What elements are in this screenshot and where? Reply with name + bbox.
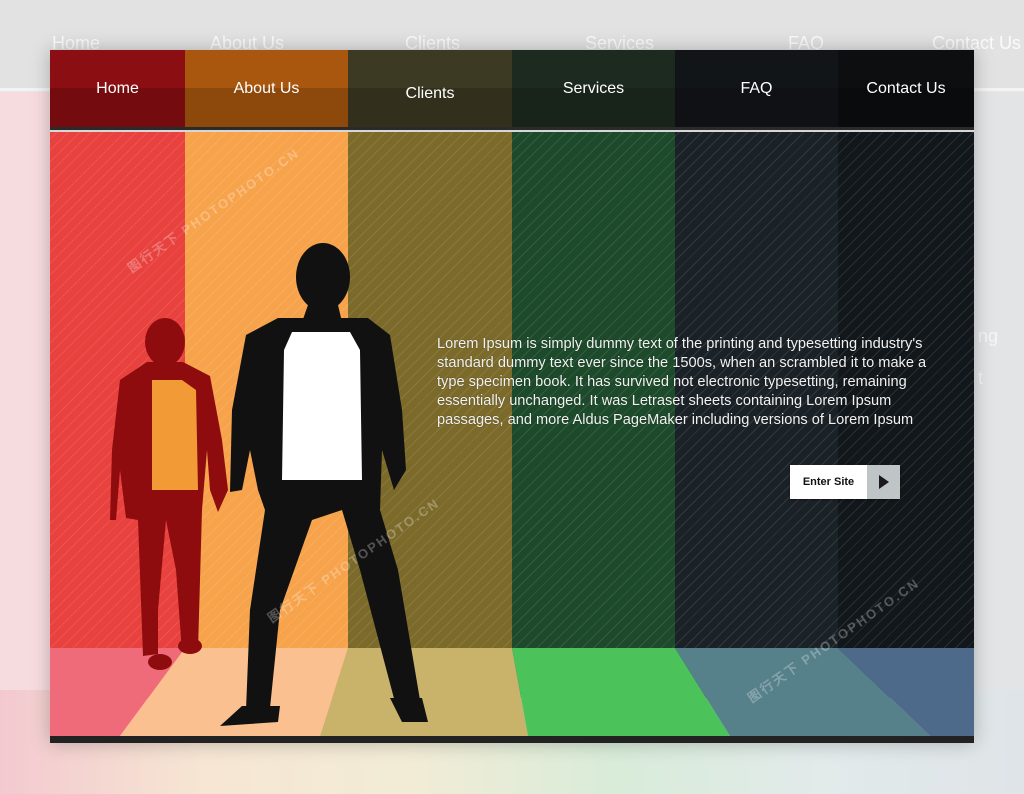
nav-item-contact-us[interactable]: Contact Us	[838, 50, 974, 127]
enter-site-button[interactable]: Enter Site	[790, 465, 900, 499]
nav-item-label: Services	[562, 79, 625, 97]
nav-item-faq[interactable]: FAQ	[675, 50, 838, 127]
nav-item-label: FAQ	[740, 79, 773, 97]
background-text: t	[978, 368, 984, 388]
nav-item-services[interactable]: Services	[512, 50, 675, 127]
hero-paragraph: Lorem Ipsum is simply dummy text of the …	[437, 336, 927, 428]
nav-item-home[interactable]: Home	[50, 50, 185, 127]
bottom-bar	[50, 736, 974, 743]
background-text: ng	[978, 326, 999, 346]
nav-item-about-us[interactable]: About Us	[185, 50, 348, 127]
hero-stripe	[50, 132, 185, 698]
nav-divider-highlight	[50, 130, 974, 132]
nav-item-clients[interactable]: Clients	[348, 50, 512, 132]
nav-item-label: Home	[96, 79, 139, 97]
enter-site-label: Enter Site	[790, 465, 867, 499]
website-template-panel: Home About Us Clients Services FAQ Conta…	[50, 50, 974, 743]
play-arrow-icon	[867, 465, 900, 499]
floor-tile	[320, 648, 528, 736]
nav-item-label: Clients	[405, 84, 455, 102]
floor-perspective	[50, 648, 974, 736]
top-navigation: Home About Us Clients Services FAQ Conta…	[50, 50, 974, 132]
nav-item-label: About Us	[233, 79, 300, 97]
nav-item-label: Contact Us	[866, 79, 946, 97]
